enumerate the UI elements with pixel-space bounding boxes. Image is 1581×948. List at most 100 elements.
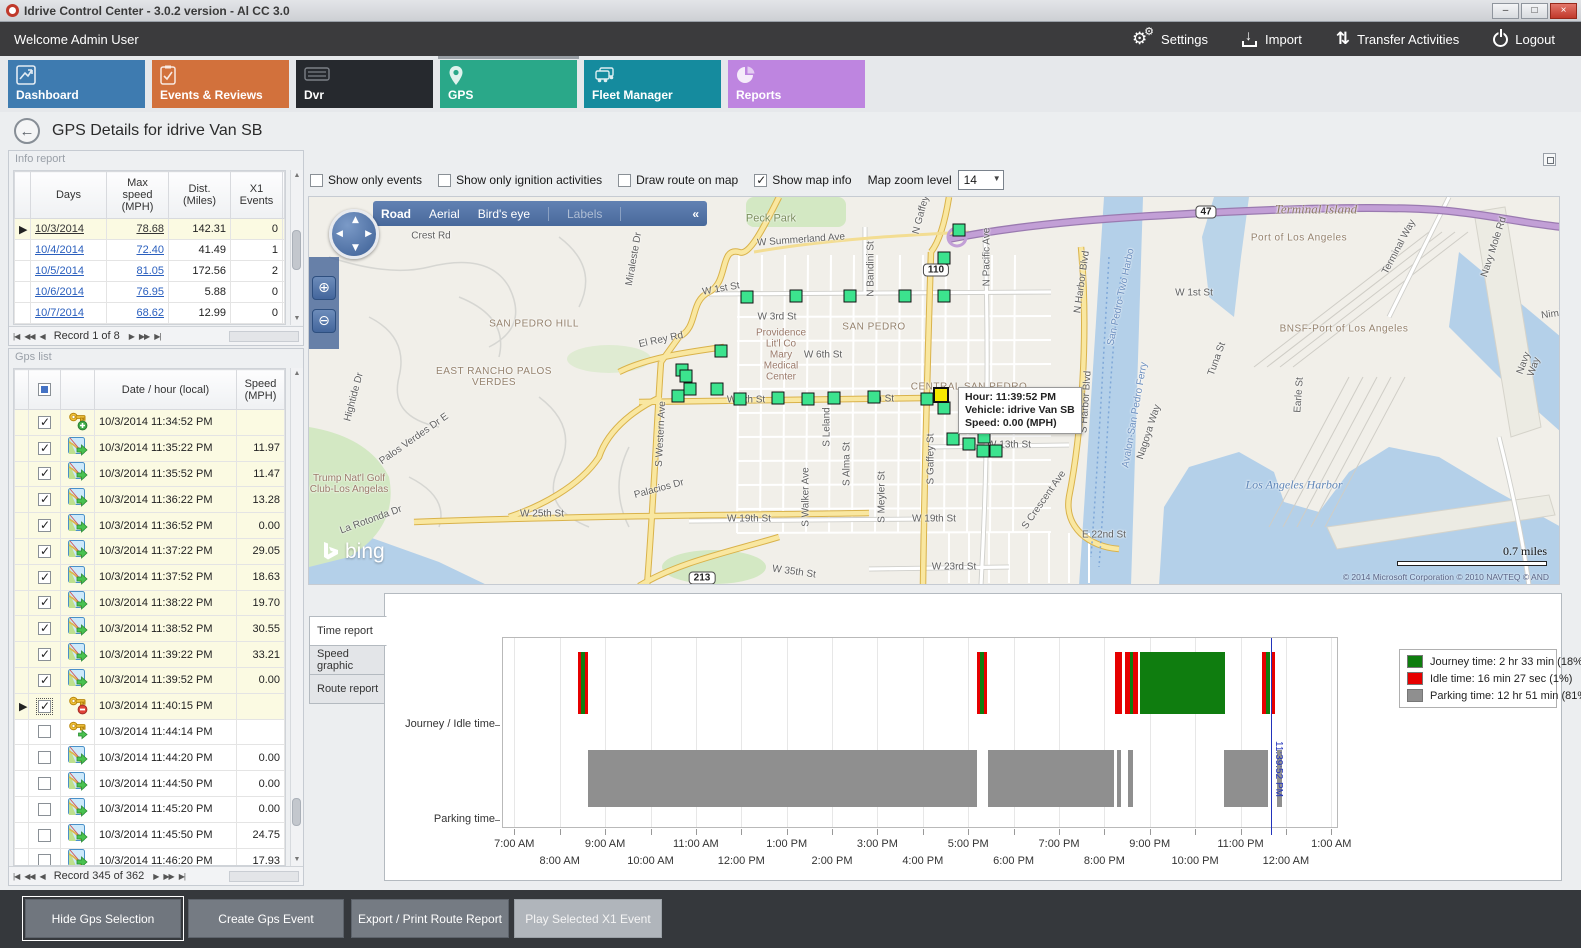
info-report-row[interactable]: 10/6/201476.955.880 <box>15 282 285 303</box>
gps-point-marker[interactable] <box>844 290 857 303</box>
row-checkbox[interactable] <box>38 493 51 506</box>
map-layer-road[interactable]: Road <box>381 207 411 221</box>
map-layer-bird-s-eye[interactable]: Bird's eye <box>478 207 530 221</box>
row-checkbox[interactable] <box>38 725 51 738</box>
gps-list-row[interactable]: 10/3/2014 11:35:52 PM11.47 <box>15 461 285 487</box>
option-checkbox[interactable] <box>754 174 767 187</box>
gps-list-row[interactable]: 10/3/2014 11:39:22 PM33.21 <box>15 642 285 668</box>
bing-map[interactable]: Crest RdPeck ParkW Summerland AveN Bandi… <box>308 196 1560 585</box>
day-link[interactable]: 10/6/2014 <box>35 286 84 298</box>
gps-list-row[interactable]: 10/3/2014 11:35:22 PM11.97 <box>15 435 285 461</box>
pager-next-icon[interactable]: ▶ <box>129 332 134 341</box>
row-checkbox[interactable] <box>38 777 51 790</box>
gps-list-row[interactable]: 10/3/2014 11:34:52 PM <box>15 410 285 436</box>
gps-list-row[interactable]: 10/3/2014 11:39:52 PM0.00 <box>15 667 285 693</box>
gps-point-marker[interactable] <box>684 383 697 396</box>
info-column-header[interactable]: Maxspeed(MPH) <box>107 172 169 219</box>
create-gps-event-button[interactable]: Create Gps Event <box>188 899 344 938</box>
pager-last-icon[interactable]: ▶| <box>154 332 160 341</box>
info-report-scrollbar[interactable]: ▲▼ <box>290 170 303 325</box>
pager-first-icon[interactable]: |◀ <box>13 332 19 341</box>
max-speed-link[interactable]: 72.40 <box>136 244 164 256</box>
layerbar-collapse-icon[interactable]: « <box>692 207 699 221</box>
row-checkbox[interactable] <box>38 596 51 609</box>
row-checkbox[interactable] <box>38 442 51 455</box>
gps-point-marker[interactable] <box>938 402 951 415</box>
gps-list-row[interactable]: 10/3/2014 11:38:22 PM19.70 <box>15 590 285 616</box>
map-zoom-select[interactable]: 14▼ <box>958 170 1004 190</box>
row-checkbox[interactable] <box>38 467 51 480</box>
option-show-map-info[interactable]: Show map info <box>754 173 851 187</box>
gps-point-marker[interactable] <box>990 445 1003 458</box>
gps-list-row[interactable]: ▶ 10/3/2014 11:40:15 PM <box>15 693 285 719</box>
gps-list-row[interactable]: 10/3/2014 11:36:52 PM0.00 <box>15 513 285 539</box>
import-button[interactable]: ↓Import <box>1242 31 1302 47</box>
row-checkbox[interactable] <box>38 700 51 713</box>
gps-list-row[interactable]: 10/3/2014 11:44:14 PM <box>15 719 285 745</box>
zoom-out-icon[interactable]: ⊖ <box>312 309 336 333</box>
info-column-header[interactable]: X1 Events <box>231 172 283 219</box>
gps-list-row[interactable]: 10/3/2014 11:37:22 PM29.05 <box>15 538 285 564</box>
gps-list-scrollbar[interactable]: ▲▼ <box>290 368 303 866</box>
gps-point-marker[interactable] <box>680 370 693 383</box>
gps-point-marker[interactable] <box>828 392 841 405</box>
gps-point-marker[interactable] <box>947 433 960 446</box>
row-checkbox[interactable] <box>38 674 51 687</box>
gps-point-marker[interactable] <box>953 224 966 237</box>
gps-column-date[interactable]: Date / hour (local) <box>95 370 237 410</box>
day-link[interactable]: 10/3/2014 <box>35 223 84 235</box>
tab-dvr[interactable]: Dvr <box>296 60 433 108</box>
option-show-only-events[interactable]: Show only events <box>310 173 422 187</box>
logout-button[interactable]: Logout <box>1493 32 1555 47</box>
day-link[interactable]: 10/5/2014 <box>35 265 84 277</box>
map-layer-aerial[interactable]: Aerial <box>429 207 460 221</box>
row-checkbox[interactable] <box>38 519 51 532</box>
gps-point-marker[interactable] <box>741 291 754 304</box>
gps-point-marker[interactable] <box>711 383 724 396</box>
pager-prev-page-icon[interactable]: ◀◀ <box>24 332 34 341</box>
pager-next-page-icon[interactable]: ▶▶ <box>163 872 173 881</box>
maximize-icon[interactable]: □ <box>1521 3 1548 19</box>
row-checkbox[interactable] <box>38 803 51 816</box>
chart-tab-speed-graphic[interactable]: Speed graphic <box>309 645 386 675</box>
tab-fleet-manager[interactable]: Fleet Manager <box>584 60 721 108</box>
info-report-row[interactable]: ▶10/3/201478.68142.310 <box>15 219 285 240</box>
pager-hscrollbar[interactable] <box>229 871 299 882</box>
gps-point-marker[interactable] <box>899 290 912 303</box>
max-speed-link[interactable]: 78.68 <box>136 223 164 235</box>
pager-hscrollbar[interactable] <box>229 331 299 342</box>
transfer-activities-button[interactable]: ⇅Transfer Activities <box>1336 31 1459 47</box>
gps-point-marker[interactable] <box>715 345 728 358</box>
gps-list-row[interactable]: 10/3/2014 11:44:20 PM0.00 <box>15 745 285 771</box>
row-checkbox[interactable] <box>38 854 51 866</box>
tab-events-reviews[interactable]: Events & Reviews <box>152 60 289 108</box>
gps-point-marker[interactable] <box>790 290 803 303</box>
hide-gps-selection-button[interactable]: Hide Gps Selection <box>25 899 181 938</box>
gps-list-row[interactable]: 10/3/2014 11:45:20 PM0.00 <box>15 796 285 822</box>
row-checkbox[interactable] <box>38 648 51 661</box>
tab-dashboard[interactable]: Dashboard <box>8 60 145 108</box>
pager-last-icon[interactable]: ▶| <box>179 872 185 881</box>
zoom-in-icon[interactable]: ⊕ <box>312 276 336 300</box>
info-column-header[interactable]: Days <box>31 172 107 219</box>
map-layer-labels[interactable]: Labels <box>567 207 602 221</box>
pager-prev-icon[interactable]: ◀ <box>40 872 45 881</box>
chart-tab-time-report[interactable]: Time report <box>309 616 387 646</box>
gps-point-marker[interactable] <box>977 445 990 458</box>
max-speed-link[interactable]: 76.95 <box>136 286 164 298</box>
row-checkbox[interactable] <box>38 622 51 635</box>
map-panel-collapse-button[interactable] <box>1543 153 1556 166</box>
gps-list-row[interactable]: 10/3/2014 11:38:52 PM30.55 <box>15 616 285 642</box>
option-show-only-ignition-activities[interactable]: Show only ignition activities <box>438 173 602 187</box>
row-checkbox[interactable] <box>38 416 51 429</box>
close-icon[interactable]: × <box>1550 3 1577 19</box>
option-checkbox[interactable] <box>618 174 631 187</box>
row-checkbox[interactable] <box>38 829 51 842</box>
gps-point-marker[interactable] <box>772 392 785 405</box>
max-speed-link[interactable]: 81.05 <box>136 265 164 277</box>
gps-point-marker[interactable] <box>868 391 881 404</box>
option-checkbox[interactable] <box>310 174 323 187</box>
gps-point-marker[interactable] <box>921 393 934 406</box>
selected-gps-marker[interactable] <box>933 387 949 403</box>
day-link[interactable]: 10/4/2014 <box>35 244 84 256</box>
